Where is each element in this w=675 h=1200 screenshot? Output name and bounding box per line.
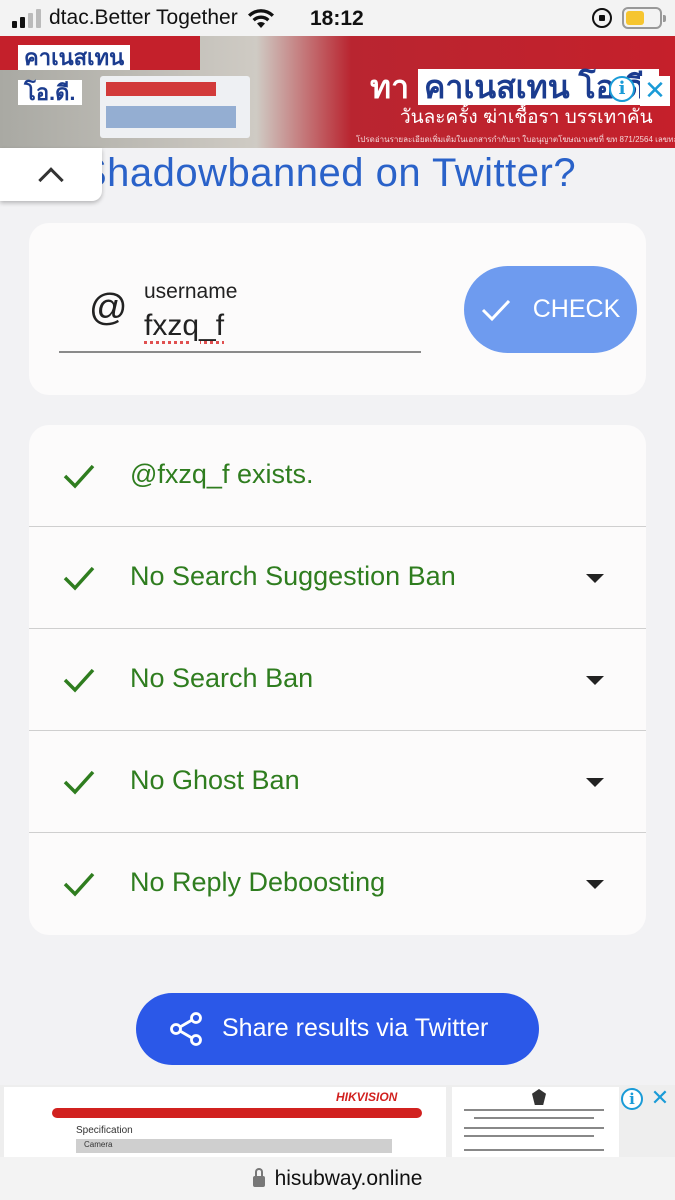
result-row-exists: @fxzq_f exists. bbox=[29, 425, 646, 527]
collapse-ad-button[interactable] bbox=[0, 148, 102, 201]
username-card: @ username fxzq_f CHECK bbox=[29, 223, 646, 395]
check-button-label: CHECK bbox=[532, 295, 621, 323]
check-icon bbox=[63, 566, 95, 591]
expand-caret-icon[interactable] bbox=[586, 574, 604, 583]
ad-subline: วันละครั้ง ฆ่าเชื้อรา บรรเทาคัน bbox=[400, 107, 653, 128]
results-card: @fxzq_f exists. No Search Suggestion Ban… bbox=[29, 425, 646, 935]
ad-product-image bbox=[100, 76, 250, 138]
result-text: No Ghost Ban bbox=[130, 765, 300, 795]
checkmark-icon bbox=[481, 299, 510, 321]
ad-brand-logo: HIKVISION bbox=[336, 1090, 398, 1104]
result-row-search-suggestion-ban[interactable]: No Search Suggestion Ban bbox=[29, 527, 646, 629]
battery-icon bbox=[622, 7, 666, 29]
result-text: No Search Ban bbox=[130, 663, 314, 693]
check-icon bbox=[63, 464, 95, 489]
share-label: Share results via Twitter bbox=[222, 1014, 489, 1042]
lock-icon bbox=[252, 1168, 265, 1187]
wifi-icon bbox=[247, 9, 274, 28]
share-icon bbox=[170, 1012, 202, 1046]
chevron-up-icon bbox=[38, 166, 64, 193]
ad-red-bar bbox=[52, 1108, 422, 1118]
ad-spec-table: Camera bbox=[76, 1139, 392, 1153]
url-domain: hisubway.online bbox=[274, 1166, 423, 1190]
expand-caret-icon[interactable] bbox=[586, 880, 604, 889]
rotation-lock-icon bbox=[592, 8, 612, 28]
result-text: No Search Suggestion Ban bbox=[130, 561, 456, 591]
check-button[interactable]: CHECK bbox=[464, 266, 637, 353]
share-twitter-button[interactable]: Share results via Twitter bbox=[136, 993, 539, 1065]
info-icon[interactable]: i bbox=[621, 1088, 643, 1110]
close-icon[interactable]: ✕ bbox=[640, 76, 670, 106]
cellular-signal-icon bbox=[12, 8, 41, 28]
status-bar: dtac.Better Together 18:12 bbox=[0, 0, 675, 36]
close-icon[interactable]: ✕ bbox=[648, 1085, 672, 1111]
carrier-name: dtac.Better Together bbox=[49, 6, 238, 29]
at-icon: @ bbox=[89, 287, 128, 329]
ad-spec-title: Specification bbox=[76, 1125, 133, 1136]
expand-caret-icon[interactable] bbox=[586, 676, 604, 685]
check-icon bbox=[63, 872, 95, 897]
check-icon bbox=[63, 770, 95, 795]
username-input[interactable]: fxzq_f bbox=[144, 309, 404, 343]
result-row-search-ban[interactable]: No Search Ban bbox=[29, 629, 646, 731]
result-row-ghost-ban[interactable]: No Ghost Ban bbox=[29, 731, 646, 833]
result-text: @fxzq_f exists. bbox=[130, 459, 314, 489]
result-row-reply-deboosting[interactable]: No Reply Deboosting bbox=[29, 833, 646, 935]
top-ad-banner[interactable]: คาเนสเทนโอ.ดี. ทา คาเนสเทน โอ.ดี. วันละค… bbox=[0, 36, 675, 148]
result-text: No Reply Deboosting bbox=[130, 867, 386, 897]
url-bar[interactable]: hisubway.online bbox=[0, 1157, 675, 1200]
input-underline bbox=[59, 351, 421, 353]
info-icon[interactable]: i bbox=[609, 76, 635, 102]
check-icon bbox=[63, 668, 95, 693]
bottom-ad-banner[interactable]: HIKVISION Specification Camera i ✕ bbox=[0, 1085, 675, 1157]
clock: 18:12 bbox=[310, 7, 364, 30]
ad-spec-sheet-image: HIKVISION Specification Camera bbox=[4, 1087, 446, 1157]
ad-document-image bbox=[452, 1087, 619, 1157]
username-label: username bbox=[144, 280, 238, 303]
emblem-icon bbox=[532, 1089, 546, 1105]
ad-brand: คาเนสเทนโอ.ดี. bbox=[0, 36, 200, 105]
expand-caret-icon[interactable] bbox=[586, 778, 604, 787]
